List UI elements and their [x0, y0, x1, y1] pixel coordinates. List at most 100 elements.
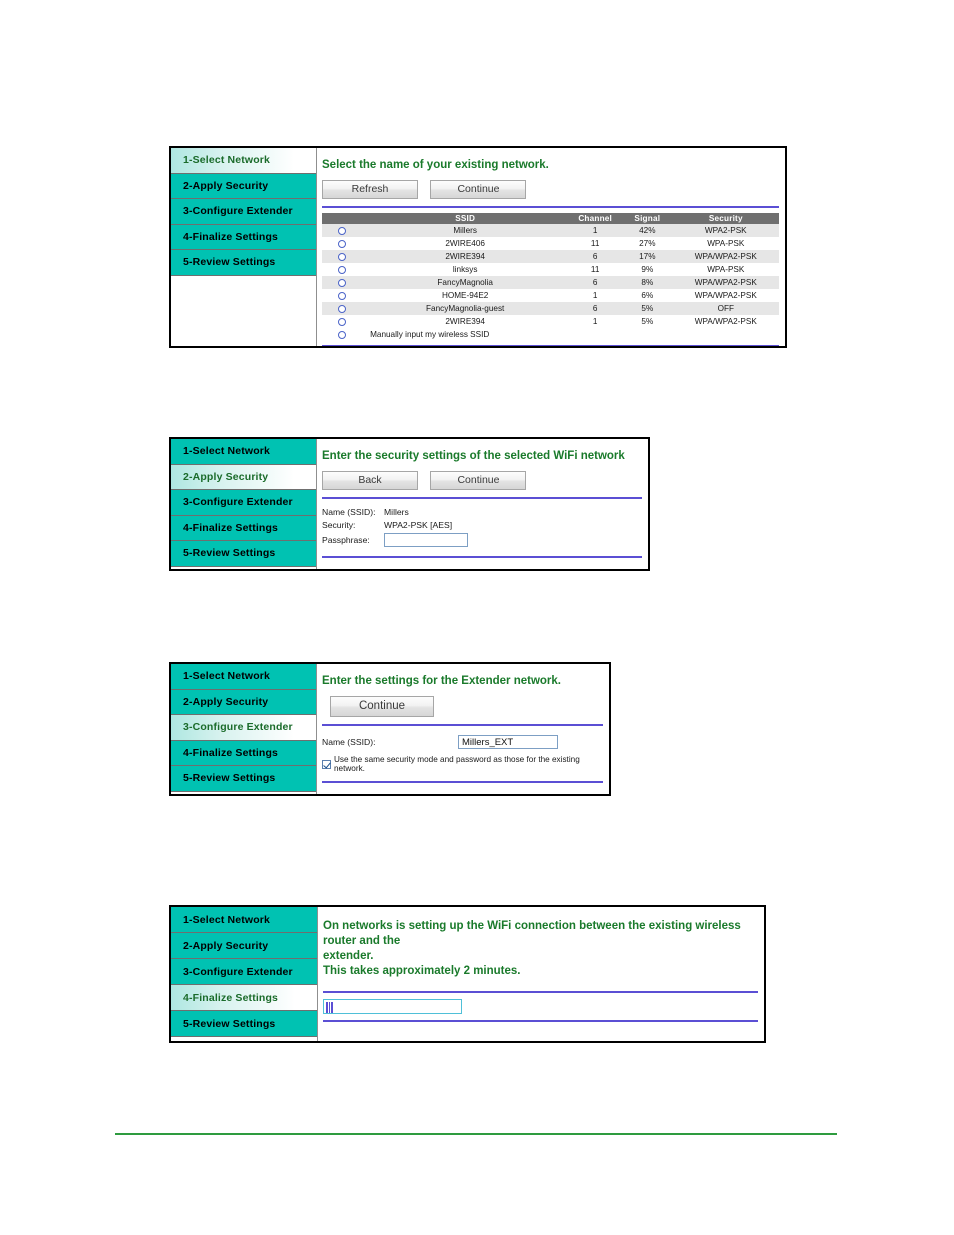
row-radio-cell[interactable] [322, 302, 363, 315]
sidebar-item-review-settings[interactable]: 5-Review Settings [171, 250, 316, 276]
sidebar-item-finalize-settings[interactable]: 4-Finalize Settings [171, 515, 316, 541]
security-label: Security: [322, 519, 356, 530]
row-channel: 1 [568, 315, 623, 328]
table-row[interactable]: 2WIRE394 1 5% WPA/WPA2-PSK [322, 315, 779, 328]
security-form: Name (SSID): Millers Security: WPA2-PSK … [317, 499, 648, 552]
row-security: OFF [672, 302, 779, 315]
sidebar-item-configure-extender[interactable]: 3-Configure Extender [171, 959, 317, 985]
row-signal: 5% [622, 315, 673, 328]
table-row[interactable]: linksys 11 9% WPA-PSK [322, 263, 779, 276]
row-radio-cell[interactable] [322, 237, 363, 250]
ssid-value: Millers [384, 506, 409, 517]
divider-bottom [322, 345, 779, 346]
row-radio-cell[interactable] [322, 276, 363, 289]
radio-icon[interactable] [338, 330, 347, 339]
checkbox-checked-icon[interactable] [322, 759, 331, 769]
radio-icon[interactable] [338, 317, 347, 326]
sidebar-item-select-network[interactable]: 1-Select Network [171, 439, 316, 465]
table-row[interactable]: 2WIRE394 6 17% WPA/WPA2-PSK [322, 250, 779, 263]
row-radio-cell[interactable] [322, 289, 363, 302]
sidebar-item-select-network[interactable]: 1-Select Network [171, 148, 316, 174]
row-security: WPA/WPA2-PSK [672, 250, 779, 263]
radio-icon[interactable] [338, 226, 347, 235]
network-table-body: Millers 1 42% WPA2-PSK 2WIRE406 11 27% W… [322, 224, 779, 341]
table-row-manual[interactable]: Manually input my wireless SSID [322, 328, 779, 341]
table-row[interactable]: HOME-94E2 1 6% WPA/WPA2-PSK [322, 289, 779, 302]
manual-radio-cell[interactable] [322, 328, 363, 341]
sidebar-item-configure-extender[interactable]: 3-Configure Extender [171, 715, 316, 741]
wizard-sidebar-3: 1-Select Network 2-Apply Security 3-Conf… [171, 664, 317, 794]
sidebar-item-apply-security[interactable]: 2-Apply Security [171, 173, 316, 199]
radio-icon[interactable] [338, 304, 347, 313]
row-ssid: FancyMagnolia [362, 276, 569, 289]
manual-ssid-label: Manually input my wireless SSID [362, 328, 779, 341]
row-radio-cell[interactable] [322, 224, 363, 237]
same-security-row[interactable]: Use the same security mode and password … [322, 755, 609, 773]
sidebar-item-select-network[interactable]: 1-Select Network [171, 664, 316, 690]
sidebar-item-select-network[interactable]: 1-Select Network [171, 907, 317, 933]
row-channel: 11 [568, 263, 623, 276]
row-ssid: Millers [362, 224, 569, 237]
continue-button[interactable]: Continue [430, 471, 527, 490]
radio-icon[interactable] [338, 239, 347, 248]
panel-content-1: Select the name of your existing network… [317, 148, 785, 346]
row-security: WPA/WPA2-PSK [672, 289, 779, 302]
back-button[interactable]: Back [322, 471, 418, 490]
wizard-panel-configure-extender: 1-Select Network 2-Apply Security 3-Conf… [169, 662, 611, 796]
radio-icon[interactable] [338, 265, 347, 274]
panel-content-2: Enter the security settings of the selec… [317, 439, 648, 569]
panel4-status-line-1: On networks is setting up the WiFi conne… [323, 920, 741, 947]
security-row: Security: WPA2-PSK [AES] [322, 518, 648, 531]
extender-ssid-input[interactable]: Millers_EXT [458, 735, 558, 749]
network-list-table: SSID Channel Signal Security Millers 1 4… [322, 213, 779, 341]
network-table-wrap: SSID Channel Signal Security Millers 1 4… [317, 208, 785, 341]
progress-ticks [326, 1002, 333, 1013]
document-page: 1-Select Network 2-Apply Security 3-Conf… [0, 0, 954, 1235]
table-row[interactable]: Millers 1 42% WPA2-PSK [322, 224, 779, 237]
row-radio-cell[interactable] [322, 250, 363, 263]
th-select [322, 213, 363, 224]
sidebar-item-review-settings[interactable]: 5-Review Settings [171, 1011, 317, 1037]
same-security-label: Use the same security mode and password … [334, 755, 580, 773]
sidebar-item-finalize-settings[interactable]: 4-Finalize Settings [171, 224, 316, 250]
progress-bar [323, 999, 462, 1014]
row-radio-cell[interactable] [322, 315, 363, 328]
row-channel: 11 [568, 237, 623, 250]
continue-button[interactable]: Continue [430, 180, 527, 199]
sidebar-item-review-settings[interactable]: 5-Review Settings [171, 766, 316, 792]
wizard-sidebar-4: 1-Select Network 2-Apply Security 3-Conf… [171, 907, 318, 1041]
row-radio-cell[interactable] [322, 263, 363, 276]
sidebar-item-apply-security[interactable]: 2-Apply Security [171, 464, 316, 490]
sidebar-item-apply-security[interactable]: 2-Apply Security [171, 933, 317, 959]
passphrase-label: Passphrase: [322, 534, 370, 545]
row-signal: 42% [622, 224, 673, 237]
continue-button[interactable]: Continue [330, 696, 434, 717]
sidebar-item-finalize-settings[interactable]: 4-Finalize Settings [171, 740, 316, 766]
sidebar-item-finalize-settings[interactable]: 4-Finalize Settings [171, 985, 317, 1011]
refresh-button[interactable]: Refresh [322, 180, 418, 199]
table-row[interactable]: FancyMagnolia 6 8% WPA/WPA2-PSK [322, 276, 779, 289]
security-value: WPA2-PSK [AES] [384, 519, 453, 530]
panel1-button-row: Refresh Continue [317, 172, 785, 206]
wizard-panel-finalize-settings: 1-Select Network 2-Apply Security 3-Conf… [169, 905, 766, 1043]
panel-content-3: Enter the settings for the Extender netw… [317, 664, 609, 794]
table-row[interactable]: 2WIRE406 11 27% WPA-PSK [322, 237, 779, 250]
radio-icon[interactable] [338, 278, 347, 287]
sidebar-item-configure-extender[interactable]: 3-Configure Extender [171, 490, 316, 516]
row-ssid: 2WIRE406 [362, 237, 569, 250]
row-ssid: linksys [362, 263, 569, 276]
row-security: WPA/WPA2-PSK [672, 276, 779, 289]
row-ssid: 2WIRE394 [362, 315, 569, 328]
table-row[interactable]: FancyMagnolia-guest 6 5% OFF [322, 302, 779, 315]
wizard-sidebar-1: 1-Select Network 2-Apply Security 3-Conf… [171, 148, 317, 346]
sidebar-item-configure-extender[interactable]: 3-Configure Extender [171, 199, 316, 225]
radio-icon[interactable] [338, 291, 347, 300]
radio-icon[interactable] [338, 252, 347, 261]
row-ssid: 2WIRE394 [362, 250, 569, 263]
sidebar-item-apply-security[interactable]: 2-Apply Security [171, 689, 316, 715]
sidebar-item-review-settings[interactable]: 5-Review Settings [171, 541, 316, 567]
row-signal: 8% [622, 276, 673, 289]
panel2-button-row: Back Continue [317, 463, 648, 497]
passphrase-input[interactable] [384, 532, 468, 547]
row-signal: 27% [622, 237, 673, 250]
